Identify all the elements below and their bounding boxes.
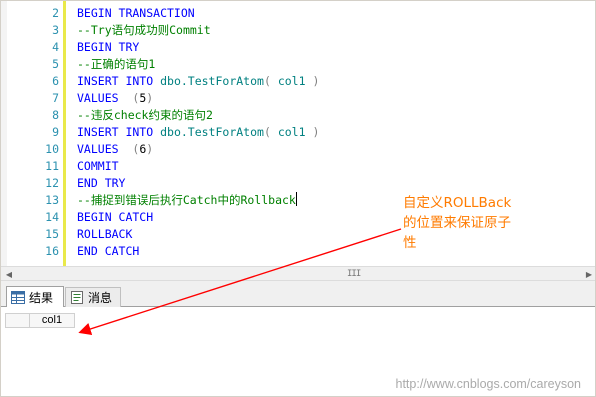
results-tab-strip: 结果 消息 — [1, 281, 595, 308]
code-token: VALUES — [77, 142, 133, 156]
annotation-callout: 自定义ROLLBack 的位置来保证原子 性 — [403, 193, 543, 253]
code-token: --捕捉到错误后执行Catch中的Rollback — [77, 193, 296, 207]
annotation-line-3: 性 — [403, 235, 417, 251]
code-line[interactable]: COMMIT — [77, 158, 595, 175]
code-token: ( — [263, 74, 278, 88]
code-token: INSERT INTO — [77, 125, 161, 139]
code-token: INSERT INTO — [77, 74, 161, 88]
column-header-col1[interactable]: col1 — [29, 313, 75, 328]
scroll-left-arrow-icon[interactable]: ◀ — [3, 268, 15, 280]
code-token: --违反check约束的语句2 — [77, 108, 213, 122]
code-token: --正确的语句1 — [77, 57, 156, 71]
code-token: ) — [146, 91, 154, 105]
code-token: ) — [305, 125, 320, 139]
horizontal-scrollbar[interactable]: ◀ III ▶ — [1, 266, 595, 281]
code-token: col1 — [277, 125, 306, 139]
tab-messages[interactable]: 消息 — [65, 287, 121, 307]
tab-messages-label: 消息 — [88, 291, 113, 305]
line-number: 10 — [45, 142, 59, 156]
scroll-right-arrow-icon[interactable]: ▶ — [583, 268, 595, 280]
code-token: END TRY — [77, 176, 126, 190]
code-token: ) — [305, 74, 320, 88]
line-number: 15 — [45, 227, 59, 241]
code-token: ) — [146, 142, 154, 156]
text-caret — [295, 192, 297, 206]
code-line[interactable]: VALUES (6) — [77, 141, 595, 158]
code-token: ( — [263, 125, 278, 139]
query-window: 2 3 4 5 6 7 8 9 10 11 12 13 14 15 16 BEGIN TRANSACTION… — [0, 0, 596, 397]
line-number: 5 — [52, 57, 59, 71]
line-number: 6 — [52, 74, 59, 88]
line-number: 2 — [52, 6, 59, 20]
change-tracking-bar — [63, 1, 66, 266]
code-token: dbo.TestForAtom — [160, 125, 264, 139]
watermark-url: http://www.cnblogs.com/careyson — [395, 377, 582, 391]
line-number-gutter: 2 3 4 5 6 7 8 9 10 11 12 13 14 15 16 — [7, 5, 63, 260]
code-line[interactable]: VALUES (5) — [77, 90, 595, 107]
code-comment-line[interactable]: --Try语句成功则Commit — [77, 22, 595, 39]
scrollbar-grip[interactable]: III — [347, 269, 361, 279]
line-number: 14 — [45, 210, 59, 224]
code-token: COMMIT — [77, 159, 119, 173]
annotation-line-1: 自定义ROLLBack — [403, 195, 512, 211]
annotation-line-2: 的位置来保证原子 — [403, 215, 511, 231]
line-number: 8 — [52, 108, 59, 122]
code-comment-line[interactable]: --正确的语句1 — [77, 56, 595, 73]
code-token: VALUES — [77, 91, 133, 105]
code-line[interactable]: INSERT INTO dbo.TestForAtom( col1 ) — [77, 73, 595, 90]
line-number: 13 — [45, 193, 59, 207]
tab-results[interactable]: 结果 — [6, 286, 64, 308]
code-token: dbo.TestForAtom — [160, 74, 264, 88]
tab-results-label: 结果 — [29, 290, 54, 305]
line-number: 4 — [52, 40, 59, 54]
line-number: 12 — [45, 176, 59, 190]
line-number: 11 — [45, 159, 59, 173]
code-token: col1 — [277, 74, 306, 88]
line-number: 16 — [45, 244, 59, 258]
grid-icon — [11, 290, 25, 304]
code-line[interactable]: END TRY — [77, 175, 595, 192]
code-line[interactable]: BEGIN TRANSACTION — [77, 5, 595, 22]
code-token: ROLLBACK — [77, 227, 133, 241]
code-token: BEGIN TRANSACTION — [77, 6, 195, 20]
code-token: END CATCH — [77, 244, 140, 258]
line-number: 9 — [52, 125, 59, 139]
grid-corner[interactable] — [5, 313, 29, 328]
code-line[interactable]: INSERT INTO dbo.TestForAtom( col1 ) — [77, 124, 595, 141]
line-number: 3 — [52, 23, 59, 37]
code-token: BEGIN CATCH — [77, 210, 154, 224]
line-number: 7 — [52, 91, 59, 105]
scrollbar-track[interactable] — [17, 269, 581, 279]
code-token: --Try语句成功则Commit — [77, 23, 211, 37]
message-icon — [71, 291, 83, 304]
code-token: BEGIN TRY — [77, 40, 140, 54]
code-line[interactable]: BEGIN TRY — [77, 39, 595, 56]
code-comment-line[interactable]: --违反check约束的语句2 — [77, 107, 595, 124]
